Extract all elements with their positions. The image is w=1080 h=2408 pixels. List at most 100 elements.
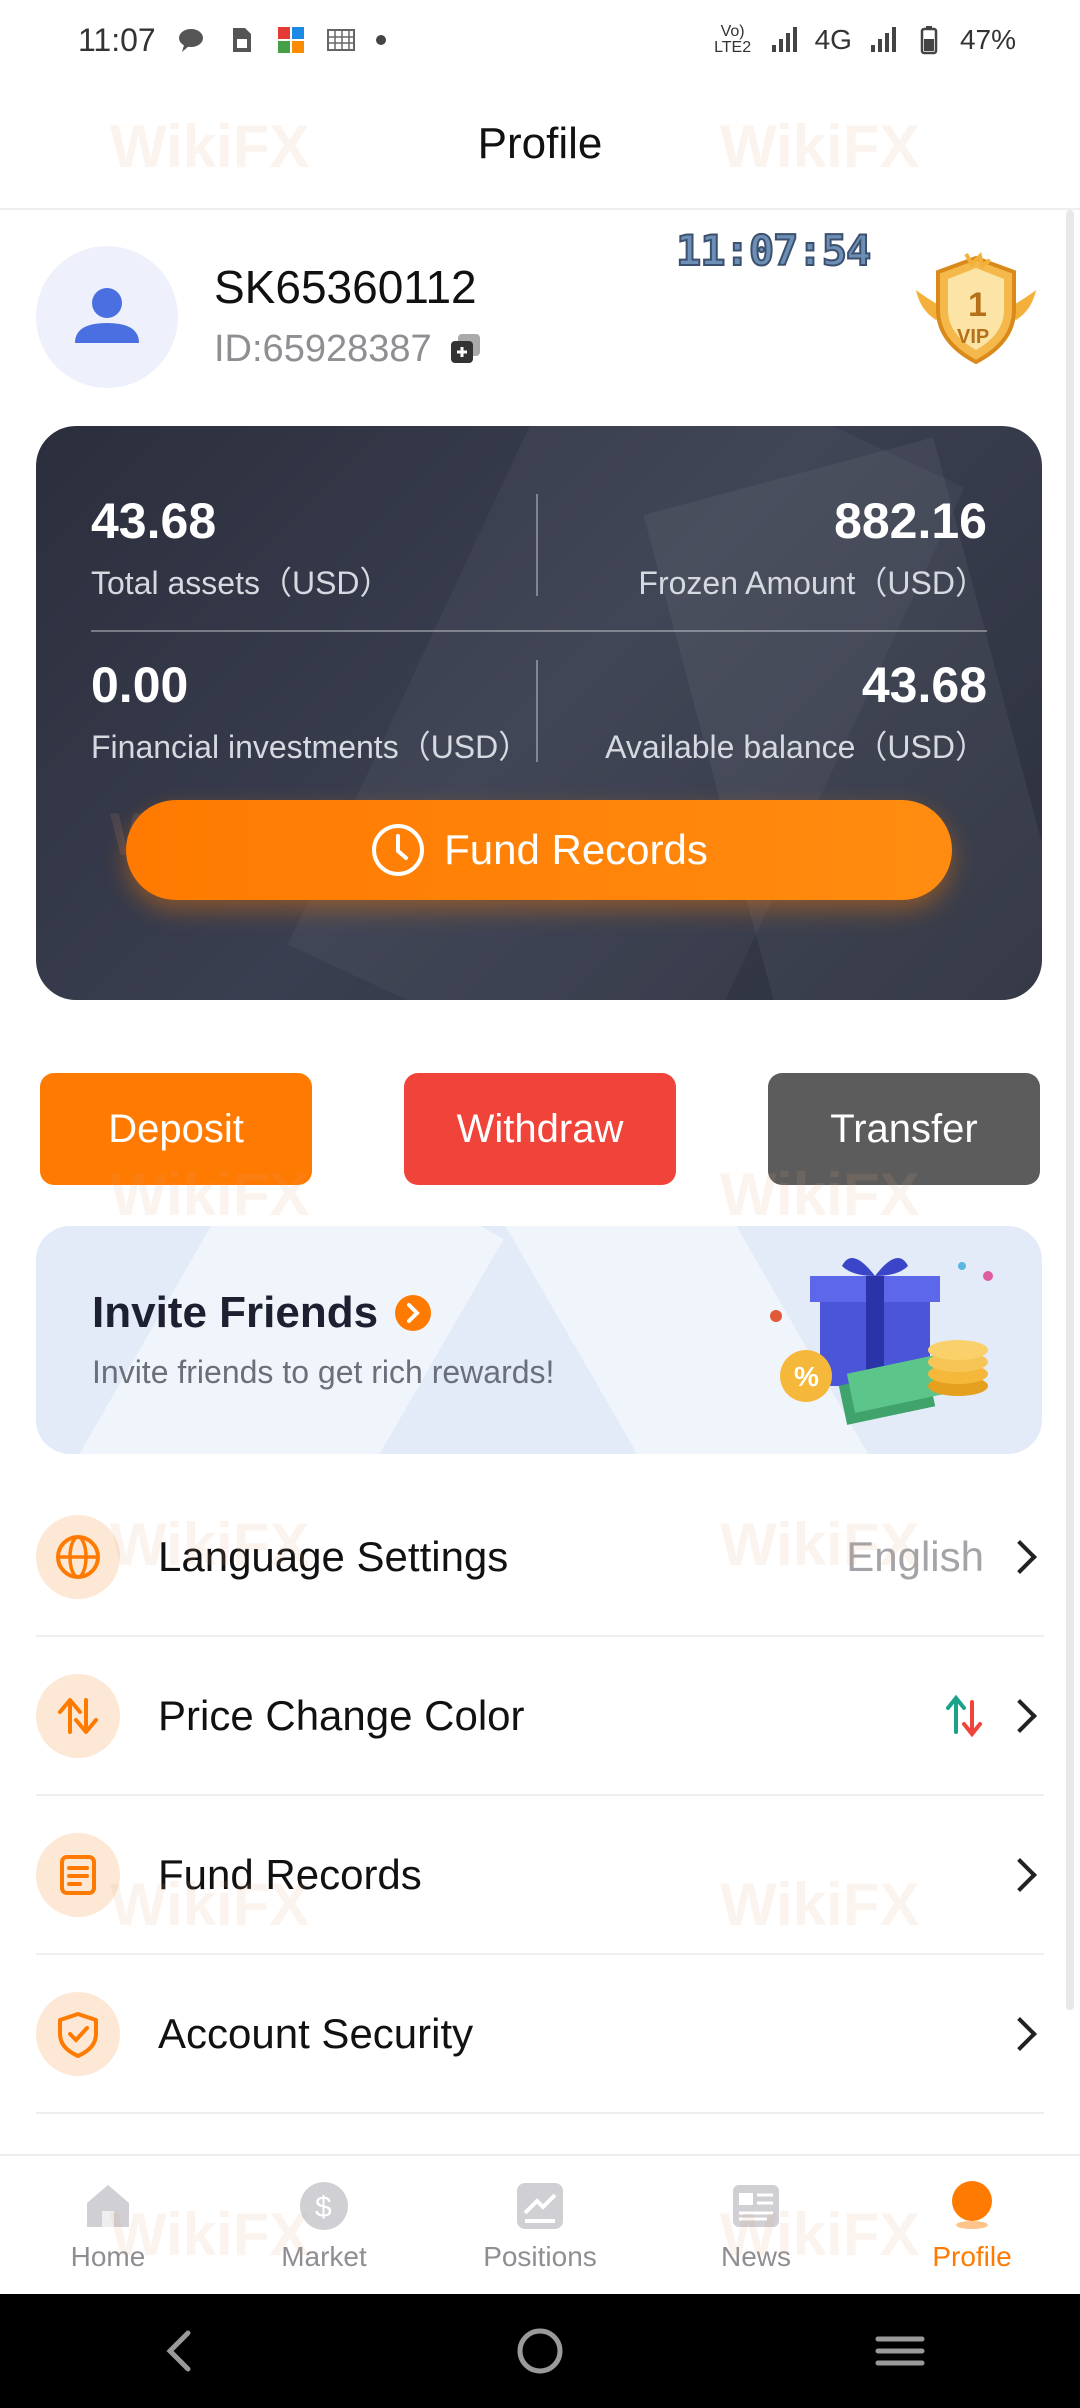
menu-item-right (1003, 2016, 1044, 2051)
nav-label: News (720, 2241, 791, 2272)
financial-investments-label: Financial investments（USD） (91, 729, 531, 765)
status-bar: 11:07 Vo) LTE2 4G 47% (0, 0, 1080, 80)
nav-item-positions[interactable]: Positions (432, 2156, 648, 2294)
profile-summary: SK65360112 ID:65928387 11:07:54 1 VIP (36, 225, 1046, 396)
bottom-nav: Home $ Market Positions News Profile (0, 2154, 1080, 2294)
gift-illustration-icon: % (770, 1258, 993, 1425)
home-icon (87, 2185, 129, 2227)
copy-icon[interactable] (448, 332, 484, 368)
menu-item-label: Fund Records (158, 1850, 422, 1898)
chat-icon (178, 29, 203, 52)
clock-overlay: 11:07:54 (675, 225, 872, 276)
menu-item-label: Language Settings (158, 1532, 509, 1580)
svg-text:%: % (794, 1361, 819, 1392)
battery-icon (920, 26, 938, 55)
vertical-divider (536, 494, 538, 596)
nav-item-profile[interactable]: Profile (864, 2156, 1080, 2294)
chevron-right-icon (1003, 1857, 1037, 1892)
chevron-right-icon (1003, 1539, 1037, 1574)
nav-label: Home (70, 2241, 146, 2272)
invite-title-row: Invite Friends (92, 1288, 432, 1338)
financial-investments-value: 0.00 (91, 657, 189, 713)
notification-dot-icon (375, 35, 386, 45)
fund-records-button-label: Fund Records (444, 826, 708, 873)
withdraw-button[interactable]: Withdraw (404, 1073, 676, 1185)
menu-item-price-change-color[interactable]: Price Change Color (36, 1637, 1044, 1796)
signal-icon (771, 27, 797, 52)
document-icon (36, 1832, 120, 1917)
page-title: Profile (477, 119, 603, 168)
menu-item-account-security[interactable]: Account Security (36, 1955, 1044, 2114)
globe-icon (36, 1514, 120, 1599)
available-balance-label: Available balance（USD） (605, 729, 987, 765)
nav-item-news[interactable]: News (648, 2156, 864, 2294)
system-nav-bar (0, 2294, 1080, 2408)
user-id: ID:65928387 (214, 328, 432, 370)
menu-item-right: English (846, 1533, 1044, 1581)
username: SK65360112 (214, 261, 477, 313)
nav-label: Positions (483, 2241, 597, 2272)
invite-subtitle: Invite friends to get rich rewards! (92, 1354, 555, 1390)
vip-badge[interactable]: 1 VIP (906, 250, 1046, 370)
action-buttons: Deposit Withdraw Transfer (40, 1073, 1040, 1185)
assets-card: 43.68 Total assets（USD） 882.16 Frozen Am… (36, 426, 1042, 1000)
home-circle-icon[interactable] (510, 2321, 570, 2381)
menu-item-right (944, 1694, 1044, 1738)
frozen-amount-value: 882.16 (834, 493, 987, 549)
nav-label: Market (281, 2241, 367, 2272)
price-change-icon (36, 1673, 120, 1758)
up-down-arrows-icon (946, 1694, 982, 1737)
scrollbar[interactable] (1066, 210, 1074, 2010)
page-header: Profile (0, 80, 1080, 210)
chevron-right-icon (1003, 1698, 1037, 1733)
menu-item-label: Price Change Color (158, 1691, 525, 1739)
signal-2-icon (870, 27, 896, 52)
nav-label: Profile (932, 2241, 1012, 2272)
transfer-button[interactable]: Transfer (768, 1073, 1040, 1185)
menu-item-right (1003, 1857, 1044, 1892)
sim-card-icon (232, 28, 251, 52)
nav-item-market[interactable]: $ Market (216, 2156, 432, 2294)
status-right: Vo) LTE2 4G 47% (713, 24, 1016, 56)
menu-item-fund-records[interactable]: Fund Records (36, 1796, 1044, 1955)
invite-friends-banner[interactable]: Invite Friends Invite friends to get ric… (36, 1226, 1042, 1454)
network-type: 4G (814, 24, 852, 55)
profile-icon (952, 2181, 992, 2229)
user-icon (75, 288, 139, 343)
nav-item-home[interactable]: Home (0, 2156, 216, 2294)
status-left: 11:07 (78, 22, 386, 59)
avatar[interactable] (36, 246, 178, 388)
user-id-row: ID:65928387 (214, 328, 484, 371)
deposit-button[interactable]: Deposit (40, 1073, 312, 1185)
available-balance: 43.68 Available balance（USD） (605, 656, 987, 768)
shield-icon (36, 1991, 120, 2076)
svg-text:$: $ (315, 2191, 332, 2224)
recent-apps-icon[interactable] (870, 2321, 930, 2381)
available-balance-value: 43.68 (861, 657, 987, 713)
lte-indicator: Vo) LTE2 (714, 23, 752, 56)
language-value: English (846, 1532, 984, 1580)
horizontal-divider (91, 630, 987, 632)
app-grid-color-icon (277, 27, 304, 53)
market-icon: $ (300, 2182, 348, 2230)
fund-records-button[interactable]: Fund Records (126, 800, 952, 900)
total-assets-label: Total assets（USD） (91, 565, 392, 601)
status-time: 11:07 (78, 21, 156, 58)
total-assets: 43.68 Total assets（USD） (91, 492, 392, 604)
news-icon (733, 2185, 779, 2227)
invite-title: Invite Friends (92, 1288, 379, 1337)
vip-text: VIP (957, 326, 990, 348)
arrow-right-circle-icon (395, 1295, 432, 1331)
financial-investments: 0.00 Financial investments（USD） (91, 656, 530, 768)
menu-item-language-settings[interactable]: Language Settings English (36, 1478, 1044, 1637)
menu-item-label: Account Security (158, 2009, 474, 2057)
frozen-amount-label: Frozen Amount（USD） (638, 565, 987, 601)
back-icon[interactable] (150, 2321, 210, 2381)
total-assets-value: 43.68 (91, 493, 217, 549)
clock-icon (372, 824, 425, 876)
battery-percent: 47% (959, 24, 1016, 55)
settings-menu: Language Settings English Price Change C… (36, 1478, 1044, 2114)
vertical-divider (536, 660, 538, 762)
keyboard-icon (326, 29, 355, 51)
frozen-amount: 882.16 Frozen Amount（USD） (638, 492, 987, 604)
